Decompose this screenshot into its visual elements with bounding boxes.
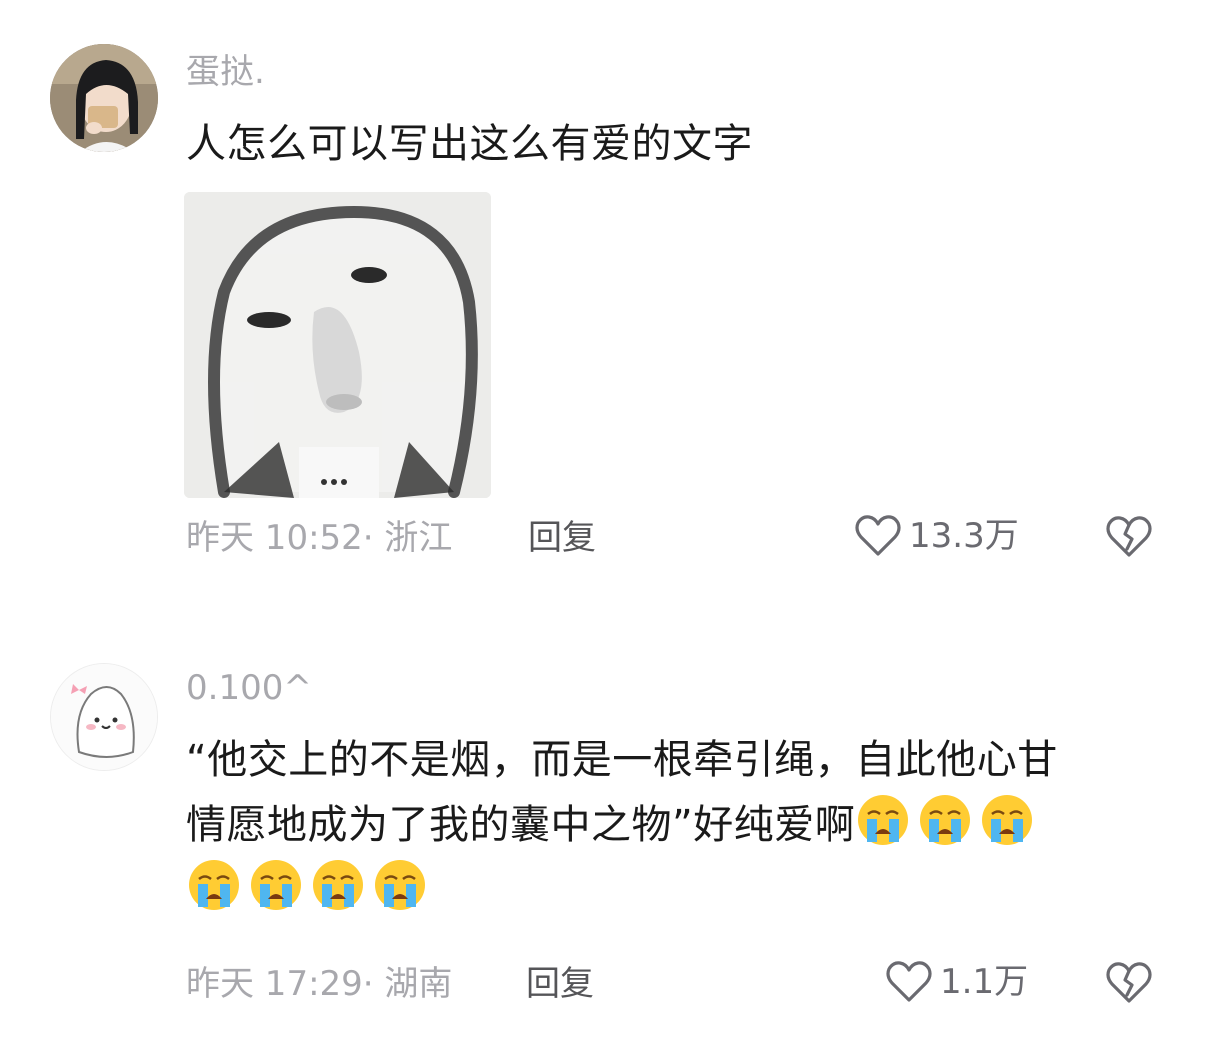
like-count: 13.3万 (909, 516, 1019, 556)
comment-text-line-1: “他交上的不是烟，而是一根牵引绳，自此他心甘 (186, 737, 1058, 783)
dislike-button[interactable] (1105, 515, 1153, 563)
heart-outline-icon (855, 515, 901, 556)
comment-text: “他交上的不是烟，而是一根牵引绳，自此他心甘 情愿地成为了我的囊中之物”好纯爱啊 (186, 728, 1156, 922)
reply-button[interactable]: 回复 (526, 964, 594, 1004)
crying-emoji (310, 857, 366, 913)
crying-emoji (979, 792, 1035, 848)
comment-time-location: 昨天 10:52· 浙江 (186, 518, 453, 558)
crying-emoji (372, 857, 428, 913)
avatar-girl-photo (50, 44, 158, 152)
crying-emoji (917, 792, 973, 848)
like-button[interactable]: 1.1万 (886, 960, 1028, 1004)
dislike-button[interactable] (1105, 961, 1153, 1009)
crying-emoji (855, 792, 911, 848)
avatar[interactable] (50, 44, 158, 152)
heart-outline-icon (886, 961, 932, 1002)
comment-sticker-image[interactable] (184, 192, 491, 498)
crying-emoji (248, 857, 304, 913)
username[interactable]: 0.100^ (186, 668, 312, 708)
comment-1: 蛋挞. 人怎么可以写出这么有爱的文字 昨天 10:52· 浙江 回复 13.3万 (0, 0, 1206, 600)
comment-text: 人怎么可以写出这么有爱的文字 (186, 121, 753, 167)
comment-text-line-3 (186, 857, 1156, 922)
avatar[interactable] (50, 663, 158, 771)
like-count: 1.1万 (940, 962, 1029, 1002)
avatar-white-blob (51, 664, 157, 770)
reply-button[interactable]: 回复 (528, 518, 596, 558)
comment-text-line-2: 情愿地成为了我的囊中之物”好纯爱啊 (186, 792, 1156, 857)
username[interactable]: 蛋挞. (186, 52, 265, 92)
broken-heart-icon (1106, 962, 1152, 1003)
crying-emoji (186, 857, 242, 913)
meme-face-sticker (184, 192, 491, 498)
like-button[interactable]: 13.3万 (855, 514, 1019, 558)
comment-time-location: 昨天 17:29· 湖南 (186, 964, 453, 1004)
broken-heart-icon (1106, 516, 1152, 557)
